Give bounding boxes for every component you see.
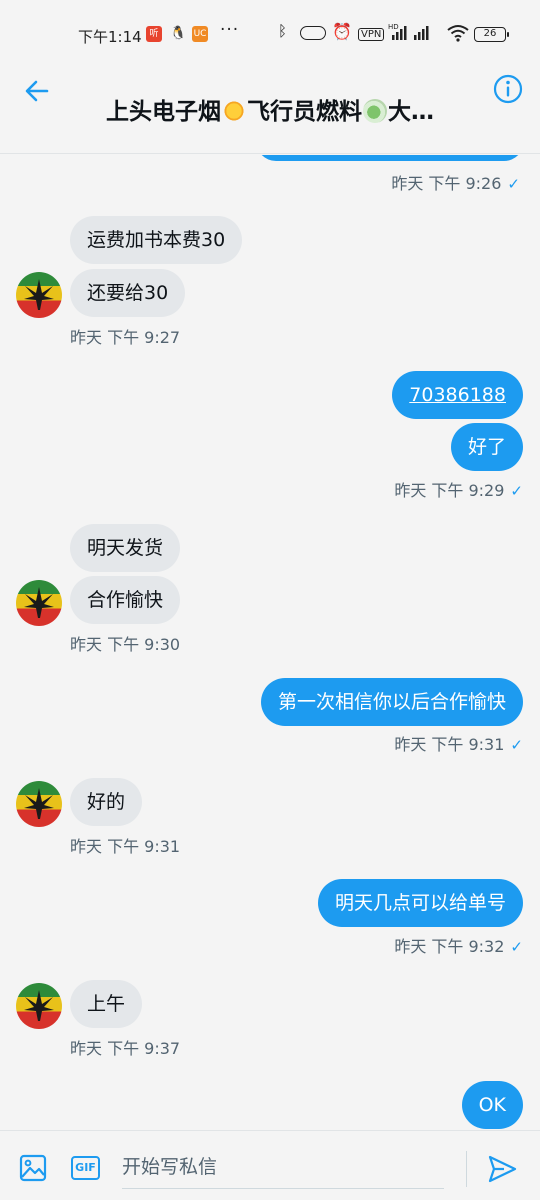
arrow-left-icon[interactable]: [20, 74, 54, 108]
message-timestamp: 昨天 下午 9:31 ✓: [394, 735, 523, 754]
title-text-part2: 飞行员燃料: [247, 99, 362, 125]
message-input[interactable]: [122, 1145, 444, 1189]
battery-icon: 26: [474, 27, 509, 42]
message-timestamp: 昨天 下午 9:27: [70, 328, 181, 347]
message-bubble-outgoing[interactable]: 明天几点可以给单号: [317, 879, 523, 927]
read-check-icon: ✓: [510, 482, 523, 500]
svg-text:HD: HD: [388, 23, 399, 31]
cannabis-leaf-icon: [24, 990, 54, 1021]
message-bubble-incoming[interactable]: 好的: [70, 778, 143, 826]
avatar[interactable]: [16, 580, 62, 626]
message-bubble-outgoing[interactable]: 70386188: [392, 371, 523, 419]
avatar[interactable]: [16, 781, 62, 827]
alarm-icon: ⏰: [332, 22, 352, 41]
leaf-emoji-icon: [363, 99, 387, 123]
hd-signal-icon: HD: [388, 22, 444, 45]
sun-emoji-icon: [222, 99, 246, 123]
message-bubble-incoming[interactable]: 明天发货: [70, 524, 181, 572]
cannabis-leaf-icon: [24, 279, 54, 310]
message-timestamp: 昨天 下午 9:26 ✓: [391, 174, 520, 193]
message-timestamp: 昨天 下午 9:31: [70, 837, 181, 856]
uc-browser-icon: UC: [192, 26, 208, 42]
toggle-icon: [300, 26, 326, 40]
message-timestamp: 昨天 下午 9:32 ✓: [394, 937, 523, 956]
composer-divider: [466, 1151, 467, 1187]
message-bubble-incoming[interactable]: 运费加书本费30: [70, 216, 243, 264]
status-bar: 下午1:14 听 🐧 UC ··· ᛒ ⏰ VPN HD 26: [0, 0, 540, 62]
message-timestamp: 昨天 下午 9:37: [70, 1039, 181, 1058]
title-text-part3: 大…: [388, 99, 434, 125]
message-timestamp: 昨天 下午 9:29 ✓: [394, 481, 523, 500]
message-bubble-outgoing-partial[interactable]: [256, 155, 524, 161]
read-check-icon: ✓: [510, 938, 523, 956]
overflow-dots-icon: ···: [220, 20, 240, 40]
avatar[interactable]: [16, 983, 62, 1029]
message-bubble-outgoing[interactable]: 好了: [450, 423, 523, 471]
gif-button[interactable]: GIF: [71, 1156, 100, 1180]
message-timestamp: 昨天 下午 9:30: [70, 635, 181, 654]
image-icon[interactable]: [18, 1153, 48, 1183]
conversation-title: 上头电子烟 飞行员燃料 大…: [70, 92, 470, 126]
tracking-number-link[interactable]: 70386188: [409, 384, 506, 406]
message-bubble-outgoing[interactable]: 第一次相信你以后合作愉快: [260, 678, 523, 726]
message-composer: GIF: [0, 1130, 540, 1200]
cannabis-leaf-icon: [24, 587, 54, 618]
info-icon[interactable]: [492, 73, 524, 105]
status-time: 下午1:14: [78, 28, 142, 46]
read-check-icon: ✓: [507, 175, 520, 193]
send-icon[interactable]: [486, 1153, 518, 1185]
message-bubble-incoming[interactable]: 合作愉快: [70, 576, 181, 624]
wifi-icon: [447, 24, 469, 45]
read-check-icon: ✓: [510, 736, 523, 754]
cannabis-leaf-icon: [24, 788, 54, 819]
title-text-part1: 上头电子烟: [106, 99, 221, 125]
ting-app-icon: 听: [146, 26, 162, 42]
message-bubble-outgoing[interactable]: OK: [461, 1081, 523, 1129]
message-bubble-incoming[interactable]: 上午: [70, 980, 143, 1028]
message-bubble-incoming[interactable]: 还要给30: [70, 269, 186, 317]
qq-icon: 🐧: [170, 26, 187, 41]
vpn-icon: VPN: [358, 28, 385, 41]
avatar[interactable]: [16, 272, 62, 318]
conversation-header: 上头电子烟 飞行员燃料 大…: [0, 62, 540, 154]
bluetooth-icon: ᛒ: [278, 22, 288, 40]
message-list[interactable]: 昨天 下午 9:26 ✓ 运费加书本费30 还要给30 昨天 下午 9:27 70…: [0, 155, 540, 1130]
